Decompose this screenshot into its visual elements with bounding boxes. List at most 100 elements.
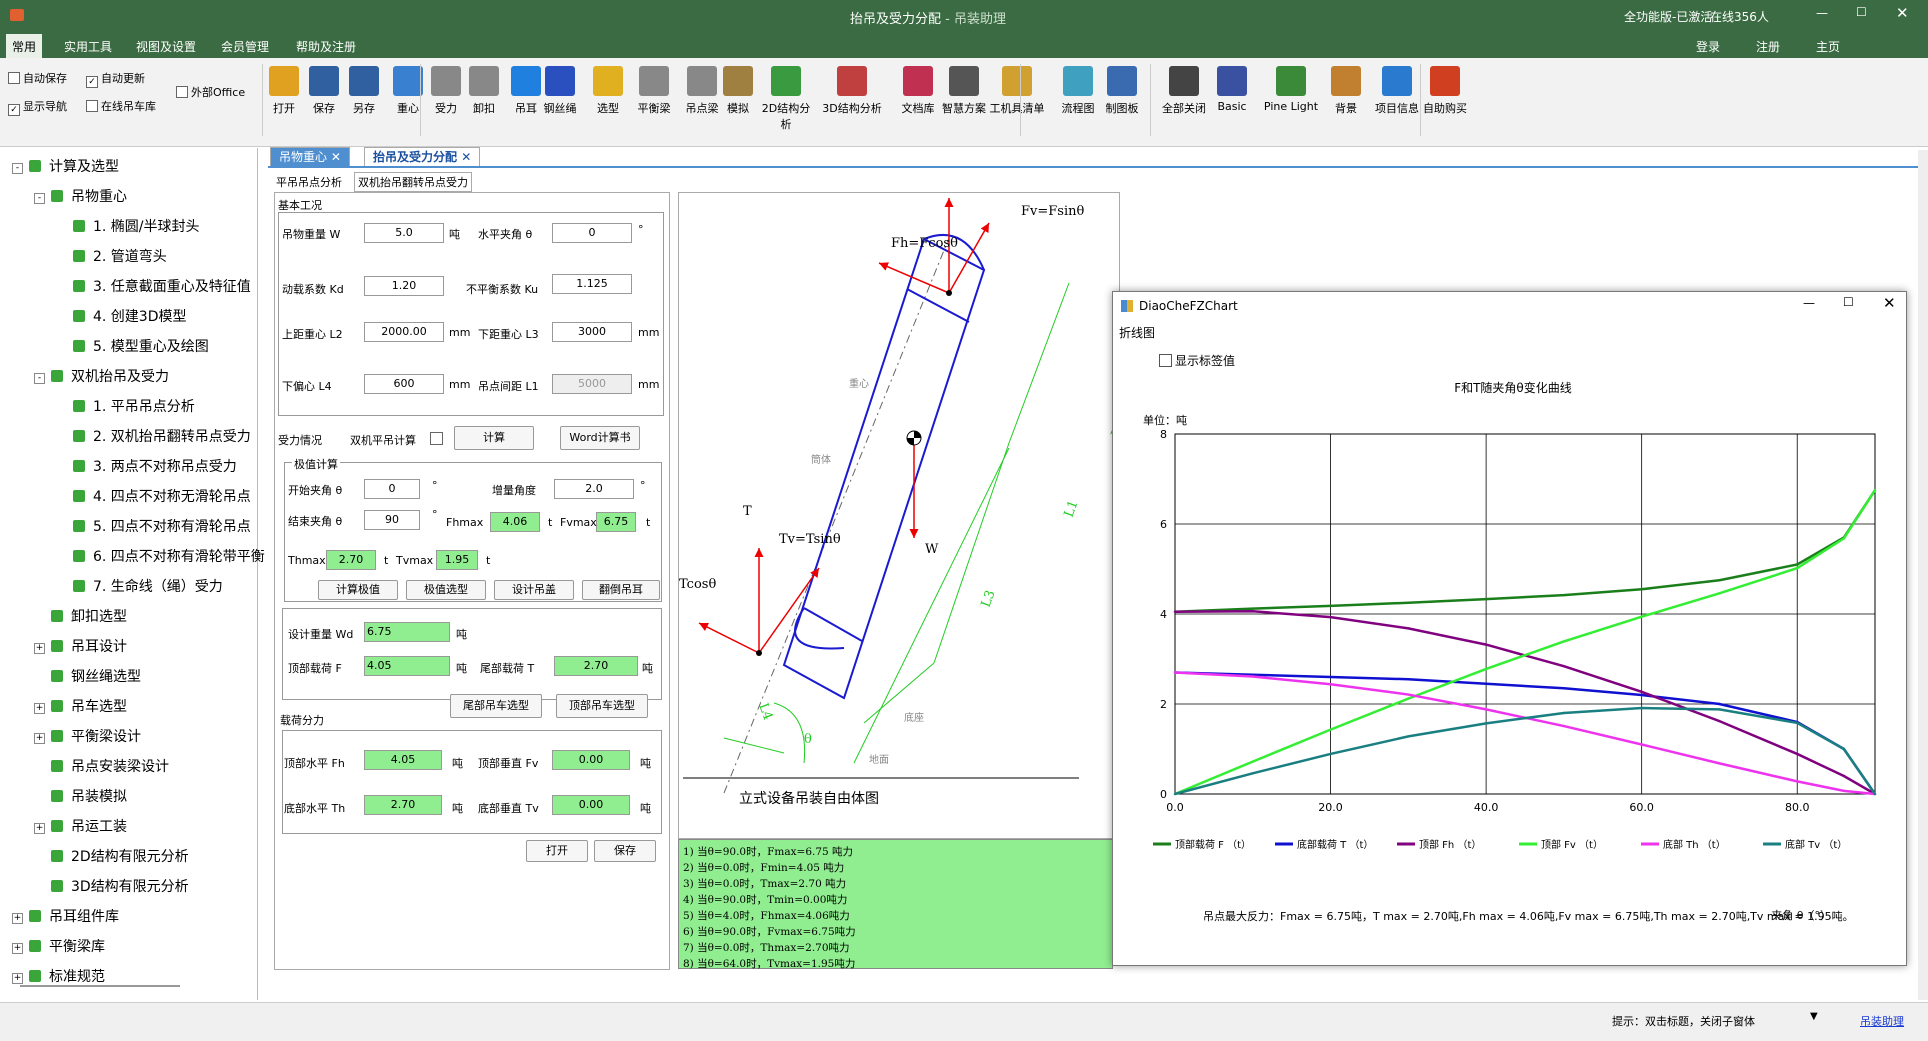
- tree-node[interactable]: - 计算及选型: [12, 152, 119, 182]
- unbal-input[interactable]: 1.125: [552, 274, 632, 294]
- ribbon-button-17[interactable]: 流程图: [1058, 66, 1098, 116]
- inc-angle-input[interactable]: 2.0: [554, 479, 634, 499]
- open-button[interactable]: 打开: [526, 840, 588, 862]
- ribbon-button-12[interactable]: 2D结构分析: [758, 66, 814, 132]
- tree-node[interactable]: + 标准规范: [12, 962, 105, 992]
- tree-node[interactable]: 6. 四点不对称有滑轮带平衡: [56, 542, 265, 572]
- tree-node[interactable]: 5. 模型重心及绘图: [56, 332, 209, 362]
- weight-input[interactable]: 5.0: [364, 223, 444, 243]
- tree-node[interactable]: + 吊运工装: [34, 812, 127, 842]
- tail-crane-select-button[interactable]: 尾部吊车选型: [450, 694, 542, 718]
- tree-node[interactable]: - 吊物重心: [34, 182, 127, 212]
- tree-node[interactable]: + 平衡梁库: [12, 932, 105, 962]
- status-link[interactable]: 吊装助理: [1860, 1013, 1904, 1029]
- ribbon-button-15[interactable]: 智慧方案: [940, 66, 988, 116]
- menu-view-settings[interactable]: 视图及设置: [130, 36, 202, 57]
- tab-lifting-force[interactable]: 抬吊及受力分配 ✕: [364, 147, 481, 167]
- subtab-dual-crane[interactable]: 双机抬吊翻转吊点受力: [354, 172, 472, 192]
- autoupdate-checkbox[interactable]: ✓ 自动更新: [86, 70, 145, 88]
- tree-expander-icon[interactable]: +: [34, 733, 45, 744]
- ribbon-button-10[interactable]: 吊点梁: [680, 66, 724, 116]
- login-link[interactable]: 登录: [1690, 36, 1726, 57]
- ribbon-button-22[interactable]: 背景: [1326, 66, 1366, 116]
- ribbon-button-20[interactable]: Basic: [1212, 66, 1252, 113]
- online-crane-checkbox[interactable]: 在线吊车库: [86, 98, 156, 114]
- tree-node[interactable]: 3. 任意截面重心及特征值: [56, 272, 251, 302]
- tree-node[interactable]: 吊装模拟: [34, 782, 127, 812]
- ribbon-button-5[interactable]: 卸扣: [466, 66, 502, 116]
- chart-close-button[interactable]: ✕: [1883, 294, 1896, 312]
- close-button[interactable]: ✕: [1896, 4, 1909, 22]
- tree-node[interactable]: 2. 双机抬吊翻转吊点受力: [56, 422, 251, 452]
- ribbon-button-2[interactable]: 另存: [346, 66, 382, 116]
- external-office-checkbox[interactable]: 外部Office: [176, 84, 245, 100]
- tree-node[interactable]: 4. 四点不对称无滑轮吊点: [56, 482, 251, 512]
- menu-member[interactable]: 会员管理: [215, 36, 275, 57]
- show-nav-checkbox[interactable]: ✓ 显示导航: [8, 98, 67, 116]
- menu-tools[interactable]: 实用工具: [58, 36, 118, 57]
- tree-expander-icon[interactable]: -: [34, 373, 45, 384]
- top-crane-select-button[interactable]: 顶部吊车选型: [556, 694, 648, 718]
- tree-node[interactable]: 4. 创建3D模型: [56, 302, 187, 332]
- offset-input[interactable]: 600: [364, 374, 444, 394]
- chart-minimize-button[interactable]: —: [1803, 296, 1815, 310]
- tree-expander-icon[interactable]: +: [12, 913, 23, 924]
- tree-expander-icon[interactable]: +: [34, 703, 45, 714]
- chart-maximize-button[interactable]: ☐: [1843, 295, 1854, 309]
- autosave-checkbox[interactable]: 自动保存: [8, 70, 67, 86]
- calculate-button[interactable]: 计算: [454, 426, 534, 450]
- tree-expander-icon[interactable]: +: [12, 943, 23, 954]
- down-dist-input[interactable]: 3000: [552, 322, 632, 342]
- start-angle-input[interactable]: 0: [364, 479, 420, 499]
- ribbon-button-4[interactable]: 受力: [428, 66, 464, 116]
- chart-tab-line[interactable]: 折线图: [1119, 324, 1155, 341]
- ribbon-button-16[interactable]: 工机具清单: [988, 66, 1046, 116]
- end-angle-input[interactable]: 90: [364, 510, 420, 530]
- tree-node[interactable]: 吊点安装梁设计: [34, 752, 169, 782]
- home-link[interactable]: 主页: [1810, 36, 1846, 57]
- ribbon-button-18[interactable]: 制图板: [1102, 66, 1142, 116]
- extreme-select-button[interactable]: 极值选型: [406, 580, 486, 600]
- flip-lug-button[interactable]: 翻倒吊耳: [582, 580, 660, 600]
- tree-node[interactable]: 2D结构有限元分析: [34, 842, 189, 872]
- tree-expander-icon[interactable]: -: [34, 193, 45, 204]
- design-cover-button[interactable]: 设计吊盖: [494, 580, 574, 600]
- tree-expander-icon[interactable]: -: [12, 163, 23, 174]
- tree-expander-icon[interactable]: +: [12, 973, 23, 984]
- right-scrollbar[interactable]: [1918, 150, 1928, 1000]
- tree-node[interactable]: 3. 两点不对称吊点受力: [56, 452, 237, 482]
- ribbon-button-21[interactable]: Pine Light: [1262, 66, 1320, 113]
- menu-common[interactable]: 常用: [6, 34, 43, 60]
- ribbon-button-11[interactable]: 模拟: [720, 66, 756, 116]
- ribbon-button-23[interactable]: 项目信息: [1372, 66, 1422, 116]
- angle-input[interactable]: 0: [552, 223, 632, 243]
- ribbon-button-24[interactable]: 自助购买: [1420, 66, 1470, 116]
- word-report-button[interactable]: Word计算书: [560, 426, 640, 450]
- tree-node[interactable]: + 吊耳组件库: [12, 902, 119, 932]
- tree-node[interactable]: 3D结构有限元分析: [34, 872, 189, 902]
- tree-node[interactable]: + 吊耳设计: [34, 632, 127, 662]
- tab-center-of-gravity[interactable]: 吊物重心 ✕: [270, 147, 350, 167]
- ribbon-button-8[interactable]: 选型: [588, 66, 628, 116]
- subtab-flat-lift[interactable]: 平吊吊点分析: [276, 174, 342, 190]
- tree-node[interactable]: 钢丝绳选型: [34, 662, 141, 692]
- tree-node[interactable]: 2. 管道弯头: [56, 242, 167, 272]
- save-button[interactable]: 保存: [594, 840, 656, 862]
- tree-expander-icon[interactable]: +: [34, 823, 45, 834]
- calc-extreme-button[interactable]: 计算极值: [318, 580, 398, 600]
- app-logo-icon[interactable]: [10, 9, 24, 21]
- dual-flat-checkbox[interactable]: [430, 432, 443, 445]
- ribbon-button-1[interactable]: 保存: [306, 66, 342, 116]
- ribbon-button-19[interactable]: 全部关闭: [1158, 66, 1210, 116]
- tree-node[interactable]: + 平衡梁设计: [34, 722, 141, 752]
- tree-node[interactable]: - 双机抬吊及受力: [34, 362, 169, 392]
- ribbon-button-14[interactable]: 文档库: [900, 66, 936, 116]
- dyn-input[interactable]: 1.20: [364, 276, 444, 296]
- tree-expander-icon[interactable]: +: [34, 643, 45, 654]
- tree-node[interactable]: 1. 椭圆/半球封头: [56, 212, 200, 242]
- ribbon-button-7[interactable]: 钢丝绳: [540, 66, 580, 116]
- tree-scrollbar[interactable]: [20, 985, 180, 987]
- status-dropdown-icon[interactable]: ▼: [1810, 1011, 1818, 1022]
- tree-node[interactable]: + 吊车选型: [34, 692, 127, 722]
- up-dist-input[interactable]: 2000.00: [364, 322, 444, 342]
